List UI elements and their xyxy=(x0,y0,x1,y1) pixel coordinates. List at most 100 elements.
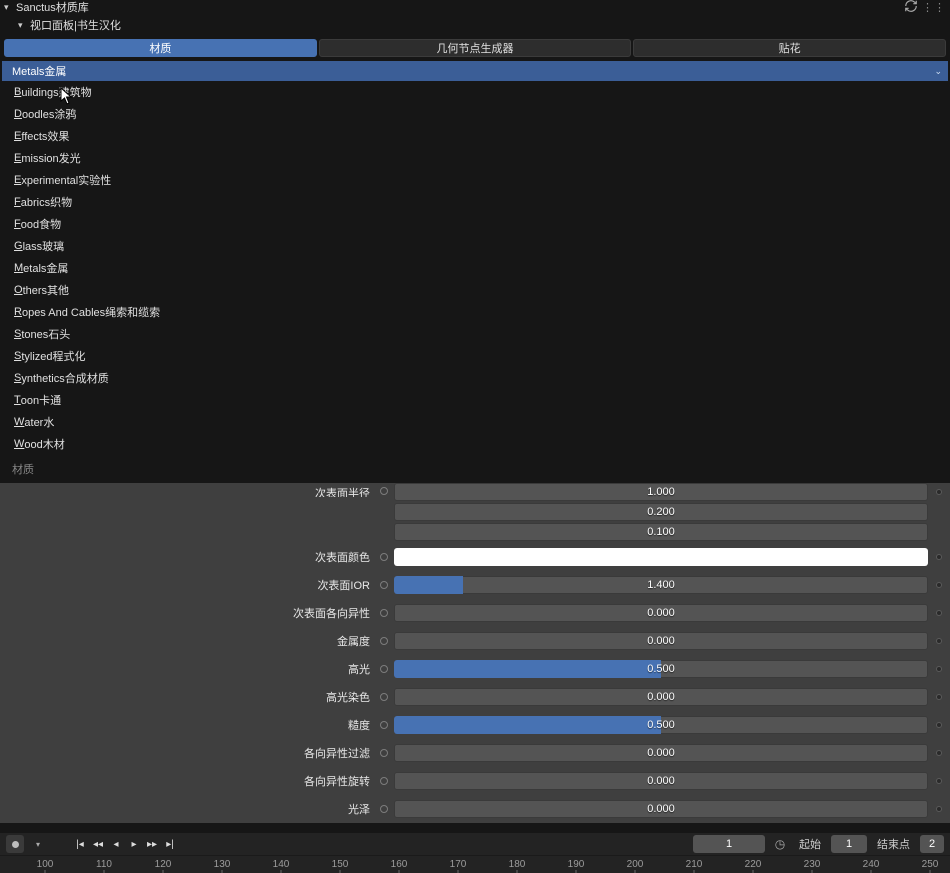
clock-icon[interactable]: ◷ xyxy=(771,835,789,853)
jump-start-button[interactable]: |◂ xyxy=(72,836,88,852)
tab-几何节点生成器[interactable]: 几何节点生成器 xyxy=(319,39,632,57)
ruler-tick-label: 180 xyxy=(509,859,526,870)
animate-dot[interactable] xyxy=(936,666,942,672)
category-item[interactable]: Stylized程式化 xyxy=(0,345,950,367)
tab-贴花[interactable]: 贴花 xyxy=(633,39,946,57)
category-item[interactable]: Fabrics织物 xyxy=(0,191,950,213)
animate-dot[interactable] xyxy=(936,610,942,616)
chevron-down-icon[interactable]: ▾ xyxy=(18,20,28,31)
category-item[interactable]: Metals金属 xyxy=(0,257,950,279)
ruler-tick-label: 160 xyxy=(391,859,408,870)
jump-end-button[interactable]: ▸| xyxy=(162,836,178,852)
play-reverse-button[interactable]: ◂ xyxy=(108,836,124,852)
animate-dot[interactable] xyxy=(936,750,942,756)
socket-dot[interactable] xyxy=(380,693,388,701)
socket-dot[interactable] xyxy=(380,581,388,589)
socket-dot[interactable] xyxy=(380,721,388,729)
animate-dot[interactable] xyxy=(936,638,942,644)
value-slider[interactable]: 0.000 xyxy=(394,800,928,818)
ruler-tick-label: 210 xyxy=(686,859,703,870)
category-item[interactable]: Stones石头 xyxy=(0,323,950,345)
property-label: 次表面半径 xyxy=(0,483,380,497)
category-item[interactable]: Experimental实验性 xyxy=(0,169,950,191)
start-frame-input[interactable]: 1 xyxy=(831,835,867,853)
chevron-down-icon[interactable]: ▾ xyxy=(4,2,14,13)
ruler-tick-label: 220 xyxy=(745,859,762,870)
ruler-tick-label: 110 xyxy=(96,859,112,870)
animate-dot[interactable] xyxy=(936,778,942,784)
value-slider[interactable]: 0.000 xyxy=(394,744,928,762)
category-item[interactable]: Doodles涂鸦 xyxy=(0,103,950,125)
value-slider[interactable]: 1.000 xyxy=(394,483,928,501)
keying-dropdown[interactable]: ▾ xyxy=(30,836,46,852)
category-item[interactable]: Others其他 xyxy=(0,279,950,301)
property-label: 次表面颜色 xyxy=(0,549,380,565)
category-item[interactable]: Emission发光 xyxy=(0,147,950,169)
value-slider[interactable]: 0.000 xyxy=(394,688,928,706)
property-row: 各向异性过滤 0.000 xyxy=(0,739,950,767)
category-item[interactable]: Buildings建筑物 xyxy=(0,81,950,103)
prev-key-button[interactable]: ◂◂ xyxy=(90,836,106,852)
playback-controls: |◂ ◂◂ ◂ ▸ ▸▸ ▸| xyxy=(72,836,178,852)
socket-dot[interactable] xyxy=(380,553,388,561)
category-item[interactable]: Toon卡通 xyxy=(0,389,950,411)
tab-材质[interactable]: 材质 xyxy=(4,39,317,57)
menu-dots-icon[interactable]: ⋮⋮ xyxy=(922,1,946,14)
category-item[interactable]: Glass玻璃 xyxy=(0,235,950,257)
category-item[interactable]: Water水 xyxy=(0,411,950,433)
ruler-tick-label: 190 xyxy=(568,859,585,870)
socket-dot[interactable] xyxy=(380,487,388,495)
value-slider[interactable]: 0.200 xyxy=(394,503,928,521)
end-frame-input[interactable]: 2 xyxy=(920,835,944,853)
socket-dot[interactable] xyxy=(380,609,388,617)
category-item[interactable]: Synthetics合成材质 xyxy=(0,367,950,389)
property-row: 次表面各向异性0.000 xyxy=(0,599,950,627)
animate-dot[interactable] xyxy=(936,694,942,700)
value-slider[interactable]: 0.500 xyxy=(394,660,928,678)
category-item[interactable]: Wood木材 xyxy=(0,433,950,455)
value-slider[interactable]: 0.000 xyxy=(394,772,928,790)
panel-header: ▾ Sanctus材质库 ⋮⋮ xyxy=(0,0,950,14)
socket-dot[interactable] xyxy=(380,805,388,813)
timeline-toolbar: ▾ |◂ ◂◂ ◂ ▸ ▸▸ ▸| 1 ◷ 起始 1 结束点 2 xyxy=(0,833,950,855)
property-label: 高光 xyxy=(0,661,380,677)
color-swatch[interactable] xyxy=(394,548,928,566)
refresh-icon[interactable] xyxy=(904,0,918,16)
socket-dot[interactable] xyxy=(380,777,388,785)
ruler-tick-label: 240 xyxy=(863,859,880,870)
property-row: 次表面半径 1.000 0.200 0.100 xyxy=(0,483,950,543)
value-slider[interactable]: 0.000 xyxy=(394,604,928,622)
animate-dot[interactable] xyxy=(936,806,942,812)
auto-key-button[interactable] xyxy=(6,835,24,853)
value-slider[interactable]: 0.000 xyxy=(394,632,928,650)
property-label: 糙度 xyxy=(0,717,380,733)
start-label: 起始 xyxy=(795,836,825,852)
ruler-tick-label: 150 xyxy=(332,859,349,870)
current-frame-input[interactable]: 1 xyxy=(693,835,765,853)
play-button[interactable]: ▸ xyxy=(126,836,142,852)
property-row: 次表面IOR1.400 xyxy=(0,571,950,599)
property-row: 金属度0.000 xyxy=(0,627,950,655)
ruler-tick-label: 250 xyxy=(922,859,939,870)
tab-bar: 材质几何节点生成器贴花 xyxy=(0,36,950,60)
socket-dot[interactable] xyxy=(380,665,388,673)
animate-dot[interactable] xyxy=(936,554,942,560)
category-item[interactable]: Ropes And Cables绳索和缆索 xyxy=(0,301,950,323)
panel-subtitle: 视口面板|书生汉化 xyxy=(30,17,121,33)
next-key-button[interactable]: ▸▸ xyxy=(144,836,160,852)
category-dropdown[interactable]: Metals金属 ⌄ xyxy=(2,61,948,81)
animate-dot[interactable] xyxy=(936,489,942,495)
property-label: 各向异性过滤 xyxy=(0,745,380,761)
animate-dot[interactable] xyxy=(936,722,942,728)
category-item[interactable]: Effects效果 xyxy=(0,125,950,147)
property-label: 各向异性旋转 xyxy=(0,773,380,789)
category-item[interactable]: Food食物 xyxy=(0,213,950,235)
ruler-tick-label: 170 xyxy=(450,859,467,870)
value-slider[interactable]: 0.500 xyxy=(394,716,928,734)
value-slider[interactable]: 0.100 xyxy=(394,523,928,541)
socket-dot[interactable] xyxy=(380,637,388,645)
animate-dot[interactable] xyxy=(936,582,942,588)
value-slider[interactable]: 1.400 xyxy=(394,576,928,594)
socket-dot[interactable] xyxy=(380,749,388,757)
timeline-ruler[interactable]: 1001101201301401501601701801902002102202… xyxy=(0,855,950,873)
